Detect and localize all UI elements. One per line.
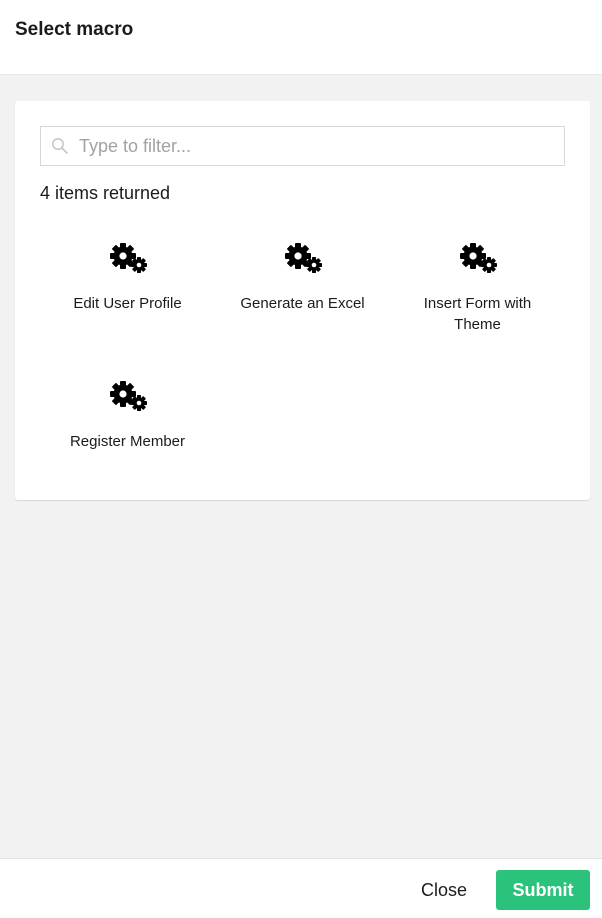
gears-icon [109, 243, 147, 273]
close-button[interactable]: Close [408, 871, 480, 909]
dialog-footer: Close Submit [0, 858, 602, 918]
search-input[interactable] [79, 127, 559, 165]
macro-picker-panel: 4 items returned [15, 101, 590, 500]
macro-item-edit-user-profile[interactable]: Edit User Profile [40, 241, 215, 361]
submit-button[interactable]: Submit [496, 870, 590, 910]
macro-item-generate-an-excel[interactable]: Generate an Excel [215, 241, 390, 361]
macro-label: Insert Form with Theme [423, 295, 532, 333]
search-icon [52, 138, 68, 154]
gears-icon [109, 381, 147, 411]
macro-label: Register Member [69, 433, 186, 450]
dialog-title: Select macro [15, 19, 134, 40]
dialog-header: Select macro [0, 0, 602, 75]
macro-label: Edit User Profile [73, 295, 182, 312]
dialog-content: 4 items returned [0, 75, 602, 858]
gears-icon [459, 243, 497, 273]
macro-item-register-member[interactable]: Register Member [40, 379, 215, 499]
macro-item-insert-form-with-theme[interactable]: Insert Form with Theme [390, 241, 565, 361]
gears-icon [284, 243, 322, 273]
macro-label: Generate an Excel [240, 295, 365, 312]
search-box[interactable] [40, 126, 565, 166]
result-count: 4 items returned [40, 183, 171, 203]
